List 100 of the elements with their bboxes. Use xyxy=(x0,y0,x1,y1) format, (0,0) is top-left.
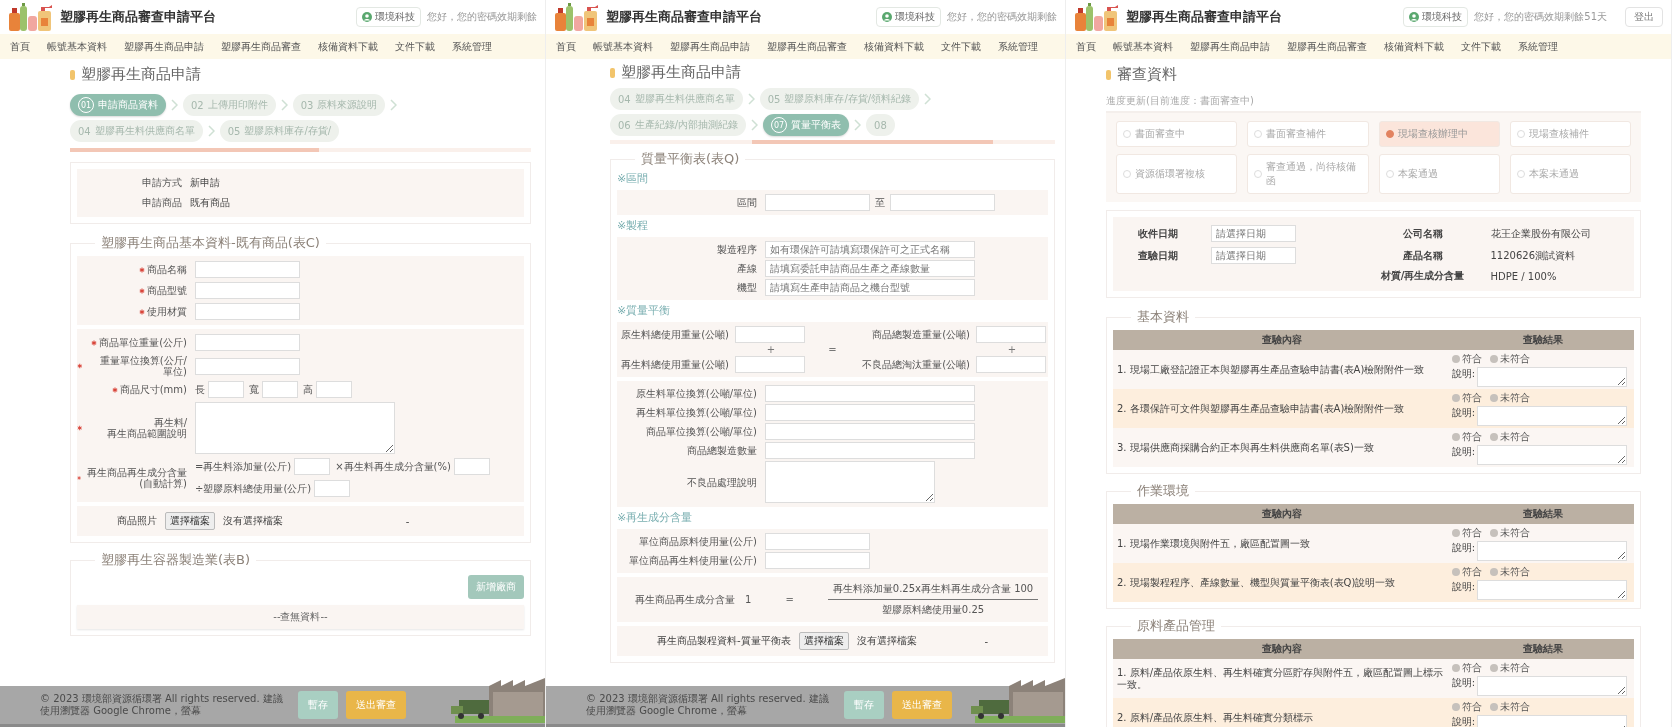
section-title: 基本資料 xyxy=(1136,308,1190,326)
field-label: 商品單位重量(公斤) xyxy=(99,337,187,348)
text-field[interactable] xyxy=(890,194,995,211)
text-field[interactable] xyxy=(735,326,805,343)
nav-link[interactable]: 塑膠再生商品審查 xyxy=(767,39,847,54)
text-field[interactable] xyxy=(765,442,975,459)
user-badge[interactable]: 環境科技 xyxy=(356,7,421,27)
text-field[interactable] xyxy=(294,458,331,475)
radio-option[interactable]: 符合 xyxy=(1451,661,1482,675)
choose-file-button[interactable]: 選擇檔案 xyxy=(165,512,215,530)
nav-link[interactable]: 帳號基本資料 xyxy=(47,39,107,54)
text-field[interactable]: 如有環保許可請填寫環保許可之正式名稱 xyxy=(765,241,975,258)
field-label: 不良品處理說明 xyxy=(687,476,757,488)
note-field[interactable] xyxy=(1477,541,1627,561)
text-field[interactable] xyxy=(765,552,870,569)
checklist-item: 2. 現場製程程序、產線數量、機型與質量平衡表(表Q)說明一致 xyxy=(1116,576,1397,589)
nav-link[interactable]: 核備資料下載 xyxy=(864,39,924,54)
text-field[interactable] xyxy=(314,480,351,497)
text-field[interactable] xyxy=(316,381,352,398)
radio-option[interactable]: 未符合 xyxy=(1489,430,1530,444)
text-field[interactable] xyxy=(765,404,975,421)
chevron-icon xyxy=(747,93,755,105)
radio-option[interactable]: 符合 xyxy=(1451,565,1482,579)
text-field[interactable] xyxy=(195,261,300,278)
title-marker-icon xyxy=(70,69,75,80)
scrollbar[interactable] xyxy=(610,140,1055,144)
text-field[interactable] xyxy=(765,385,975,402)
radio-option[interactable]: 未符合 xyxy=(1489,526,1530,540)
text-field[interactable] xyxy=(976,356,1046,373)
text-field[interactable] xyxy=(765,533,870,550)
logout-button[interactable]: 登出 xyxy=(1625,7,1663,27)
numerator-text: 再生料添加量0.25x再生料再生成分含量 100 xyxy=(832,582,1034,596)
text-area[interactable] xyxy=(765,461,935,503)
chevron-icon xyxy=(171,99,178,111)
choose-file-button[interactable]: 選擇檔案 xyxy=(798,632,849,650)
nav-link[interactable]: 塑膠再生商品審查 xyxy=(1287,39,1367,54)
text-field[interactable] xyxy=(976,326,1046,343)
text-field[interactable] xyxy=(262,381,298,398)
nav-link[interactable]: 塑膠再生商品申請 xyxy=(124,39,204,54)
nav-link[interactable]: 塑膠再生商品申請 xyxy=(670,39,750,54)
text-field[interactable] xyxy=(195,357,300,375)
field-label: 長 xyxy=(195,382,205,397)
note-field[interactable] xyxy=(1477,445,1627,465)
text-field[interactable]: 請填寫委託申請商品生產之產線數量 xyxy=(765,260,975,277)
date-field[interactable]: 請選擇日期 xyxy=(1211,225,1296,242)
nav-link[interactable]: 塑膠再生商品申請 xyxy=(1190,39,1270,54)
radio-option[interactable]: 符合 xyxy=(1451,352,1482,366)
text-field[interactable]: 請填寫生產申請商品之機台型號 xyxy=(765,279,975,296)
field-label: 區間 xyxy=(737,197,757,208)
text-field[interactable] xyxy=(195,303,300,320)
scrollbar[interactable] xyxy=(70,148,531,152)
radio-option[interactable]: 未符合 xyxy=(1489,700,1530,714)
greeting-text: 您好，您的密碼效期剩餘51天 xyxy=(1474,10,1607,24)
nav-link[interactable]: 首頁 xyxy=(10,39,30,54)
radio-option[interactable]: 未符合 xyxy=(1489,661,1530,675)
text-field[interactable] xyxy=(453,458,490,475)
nav-link[interactable]: 帳號基本資料 xyxy=(593,39,653,54)
nav-link[interactable]: 首頁 xyxy=(556,39,576,54)
field-label: 再生料/再生商品範圍說明 xyxy=(106,417,187,439)
text-field[interactable] xyxy=(735,356,805,373)
nav-link[interactable]: 文件下載 xyxy=(1461,39,1501,54)
nav-link[interactable]: 文件下載 xyxy=(395,39,435,54)
nav-link[interactable]: 核備資料下載 xyxy=(1384,39,1444,54)
date-field[interactable]: 請選擇日期 xyxy=(1211,247,1296,264)
section-title: 質量平衡表(表Q) xyxy=(640,150,741,168)
note-label: 說明: xyxy=(1451,445,1475,459)
nav-link[interactable]: 文件下載 xyxy=(941,39,981,54)
radio-option[interactable]: 未符合 xyxy=(1489,391,1530,405)
nav-link[interactable]: 塑膠再生商品審查 xyxy=(221,39,301,54)
field-label: ×再生料再生成分含量(%) xyxy=(335,459,451,474)
file-note: - xyxy=(405,515,410,527)
text-field[interactable] xyxy=(195,282,300,299)
text-field[interactable] xyxy=(765,423,975,440)
user-badge[interactable]: 環境科技 xyxy=(1403,7,1469,27)
title-marker-icon xyxy=(1106,69,1111,80)
radio-option[interactable]: 符合 xyxy=(1451,526,1482,540)
note-field[interactable] xyxy=(1477,367,1627,387)
text-area[interactable] xyxy=(195,402,395,454)
text-field[interactable] xyxy=(765,194,870,211)
radio-option[interactable]: 符合 xyxy=(1451,700,1482,714)
text-field[interactable] xyxy=(208,381,244,398)
nav-link[interactable]: 首頁 xyxy=(1076,39,1096,54)
nav-link[interactable]: 系統管理 xyxy=(452,39,492,54)
nav-link[interactable]: 系統管理 xyxy=(1518,39,1558,54)
text-field[interactable] xyxy=(195,334,300,351)
radio-option[interactable]: 未符合 xyxy=(1489,352,1530,366)
separator-text: 至 xyxy=(875,195,885,210)
nav-link[interactable]: 系統管理 xyxy=(998,39,1038,54)
field-label: 不良品總淘汰重量(公噸) xyxy=(861,357,970,372)
radio-option[interactable]: 未符合 xyxy=(1489,565,1530,579)
note-field[interactable] xyxy=(1477,580,1627,600)
operator-text: + xyxy=(1006,344,1018,355)
nav-link[interactable]: 帳號基本資料 xyxy=(1113,39,1173,54)
note-field[interactable] xyxy=(1477,676,1627,696)
radio-option[interactable]: 符合 xyxy=(1451,430,1482,444)
user-badge[interactable]: 環境科技 xyxy=(876,7,941,27)
radio-option[interactable]: 符合 xyxy=(1451,391,1482,405)
nav-link[interactable]: 核備資料下載 xyxy=(318,39,378,54)
field-label: 查驗日期 xyxy=(1137,248,1179,263)
note-field[interactable] xyxy=(1477,406,1627,426)
